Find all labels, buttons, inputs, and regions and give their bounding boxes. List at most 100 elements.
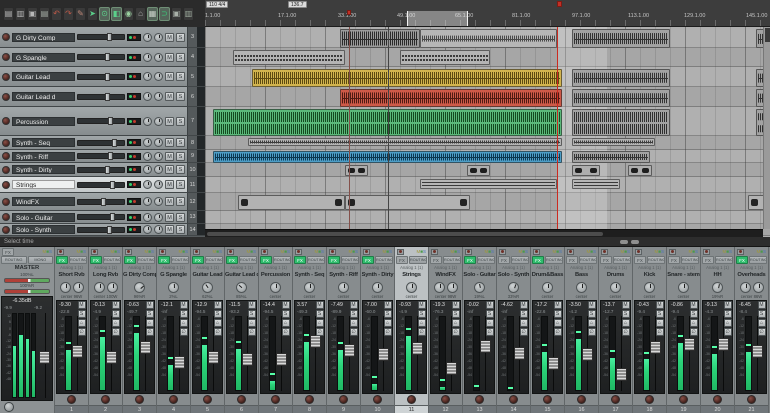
track-mute-button[interactable]: M bbox=[165, 197, 174, 206]
track-row[interactable]: WindFX M S 12 bbox=[0, 193, 205, 211]
mute-button[interactable]: M bbox=[78, 301, 86, 309]
fader-handle[interactable] bbox=[106, 351, 117, 364]
track-volume-slider[interactable] bbox=[77, 94, 125, 100]
record-arm-button[interactable] bbox=[169, 395, 178, 404]
mixer-channel-strip[interactable]: M■S FX ROUTING Analog 1 (1) HH 19%R bbox=[701, 247, 735, 413]
input-selector[interactable]: Analog 1 (1) bbox=[395, 264, 428, 271]
phase-button[interactable]: ∅ bbox=[214, 328, 222, 336]
track-pan-knob[interactable] bbox=[143, 33, 152, 42]
env-button[interactable]: ⌂ bbox=[384, 319, 392, 327]
record-input-led[interactable] bbox=[295, 249, 302, 255]
track-width-knob[interactable] bbox=[154, 180, 163, 189]
mixer-channel-strip[interactable]: M■S FX ROUTING Analog 1 (1) G Dirty Comp… bbox=[123, 247, 157, 413]
record-arm-button[interactable] bbox=[611, 395, 620, 404]
track-volume-slider[interactable] bbox=[77, 153, 125, 159]
track-mute-button[interactable]: M bbox=[165, 225, 174, 234]
solo-button[interactable]: S bbox=[486, 310, 494, 318]
input-selector[interactable]: Analog 1 (1) bbox=[633, 264, 666, 271]
track-pan-knob[interactable] bbox=[143, 92, 152, 101]
track-name[interactable]: Synth - Riff bbox=[12, 152, 75, 161]
fx-button[interactable]: FX bbox=[532, 256, 544, 264]
fx-button[interactable]: FX bbox=[192, 256, 204, 264]
mixer-channel-strip[interactable]: M■S FX ROUTING Analog 1 (1) Kick center bbox=[633, 247, 667, 413]
fader-handle[interactable] bbox=[684, 338, 695, 351]
audio-item[interactable] bbox=[248, 138, 562, 146]
mute-button[interactable]: M bbox=[486, 301, 494, 309]
record-input-led[interactable] bbox=[601, 249, 608, 255]
input-selector[interactable]: Analog 1 (1) bbox=[701, 264, 734, 271]
record-input-led[interactable] bbox=[227, 249, 234, 255]
scrollbar-thumb[interactable] bbox=[207, 232, 603, 236]
phase-button[interactable]: ∅ bbox=[690, 328, 698, 336]
track-name[interactable]: Solo - Guitar bbox=[12, 213, 75, 222]
pan-knob[interactable] bbox=[202, 282, 213, 293]
track-pan-knob[interactable] bbox=[143, 117, 152, 126]
fader-handle[interactable] bbox=[310, 335, 321, 348]
routing-button[interactable]: ROUTING bbox=[443, 256, 461, 264]
fx-button[interactable]: FX bbox=[396, 256, 408, 264]
solo-button[interactable]: S bbox=[656, 310, 664, 318]
env-button[interactable]: ⌂ bbox=[622, 319, 630, 327]
master-mono-button[interactable]: MONO bbox=[28, 256, 54, 264]
record-arm-button[interactable] bbox=[203, 395, 212, 404]
track-name[interactable]: Synth - Dirty bbox=[12, 165, 75, 174]
track-solo-button[interactable]: S bbox=[176, 225, 185, 234]
mute-button[interactable]: M bbox=[588, 301, 596, 309]
record-arm-button[interactable] bbox=[2, 198, 10, 206]
track-row[interactable]: Guitar Lead d M S 6 bbox=[0, 87, 205, 107]
fx-button[interactable]: FX bbox=[56, 256, 68, 264]
fx-button[interactable]: FX bbox=[702, 256, 714, 264]
mute-button[interactable]: M bbox=[282, 301, 290, 309]
project-settings-icon[interactable]: ▤ bbox=[39, 7, 50, 21]
record-input-led[interactable] bbox=[261, 249, 268, 255]
phase-button[interactable]: ∅ bbox=[554, 328, 562, 336]
mute-button[interactable]: M bbox=[316, 301, 324, 309]
track-solo-button[interactable]: S bbox=[176, 92, 185, 101]
mixer-channel-strip[interactable]: M■S FX ROUTING Analog 1 (1) Drum&Bass ce… bbox=[531, 247, 565, 413]
routing-button[interactable]: ROUTING bbox=[273, 256, 291, 264]
fader-handle[interactable] bbox=[480, 340, 491, 353]
mute-button[interactable]: M bbox=[724, 301, 732, 309]
mute-button[interactable]: M bbox=[112, 301, 120, 309]
routing-button[interactable]: ROUTING bbox=[681, 256, 699, 264]
phase-button[interactable]: ∅ bbox=[112, 328, 120, 336]
record-arm-button[interactable] bbox=[2, 73, 10, 81]
fader-handle[interactable] bbox=[378, 348, 389, 361]
audio-item[interactable] bbox=[238, 195, 345, 210]
track-name[interactable]: G Dirty Comp bbox=[12, 33, 75, 42]
fx-button[interactable]: FX bbox=[566, 256, 578, 264]
track-width-knob[interactable] bbox=[154, 117, 163, 126]
env-button[interactable]: ⌂ bbox=[248, 319, 256, 327]
track-width-knob[interactable] bbox=[154, 72, 163, 81]
pan-knob[interactable] bbox=[134, 282, 145, 293]
track-solo-button[interactable]: S bbox=[176, 165, 185, 174]
fx-button[interactable]: FX bbox=[430, 256, 442, 264]
mixer-channel-strip[interactable]: M■S FX ROUTING Analog 1 (1) Percussion c… bbox=[259, 247, 293, 413]
audio-item[interactable] bbox=[572, 109, 670, 136]
record-input-led[interactable] bbox=[431, 249, 438, 255]
env-button[interactable]: ⌂ bbox=[350, 319, 358, 327]
record-input-led[interactable] bbox=[499, 249, 506, 255]
routing-button[interactable]: ROUTING bbox=[477, 256, 495, 264]
pan-knob[interactable] bbox=[434, 282, 445, 293]
pan-knob[interactable] bbox=[236, 282, 247, 293]
fader-handle[interactable] bbox=[174, 356, 185, 369]
record-arm-button[interactable] bbox=[2, 166, 10, 174]
solo-button[interactable]: S bbox=[146, 310, 154, 318]
fx-button[interactable]: FX bbox=[124, 256, 136, 264]
track-name[interactable]: Guitar Lead bbox=[12, 72, 75, 81]
mixer-channel-strip[interactable]: M■S FX ROUTING Analog 1 (1) Drums center bbox=[599, 247, 633, 413]
track-row[interactable]: G Dirty Comp M S 3 bbox=[0, 27, 205, 48]
mute-button[interactable]: M bbox=[384, 301, 392, 309]
record-arm-button[interactable] bbox=[135, 395, 144, 404]
mute-button[interactable]: M bbox=[690, 301, 698, 309]
record-arm-button[interactable] bbox=[2, 117, 10, 125]
track-volume-slider[interactable] bbox=[77, 118, 125, 124]
solo-button[interactable]: S bbox=[622, 310, 630, 318]
mute-button[interactable]: M bbox=[418, 301, 426, 309]
fader-handle[interactable] bbox=[752, 345, 763, 358]
track-width-knob[interactable] bbox=[154, 197, 163, 206]
record-input-led[interactable] bbox=[397, 249, 404, 255]
tempo-marker[interactable]: 110 4/4 bbox=[206, 1, 228, 8]
track-solo-button[interactable]: S bbox=[176, 53, 185, 62]
